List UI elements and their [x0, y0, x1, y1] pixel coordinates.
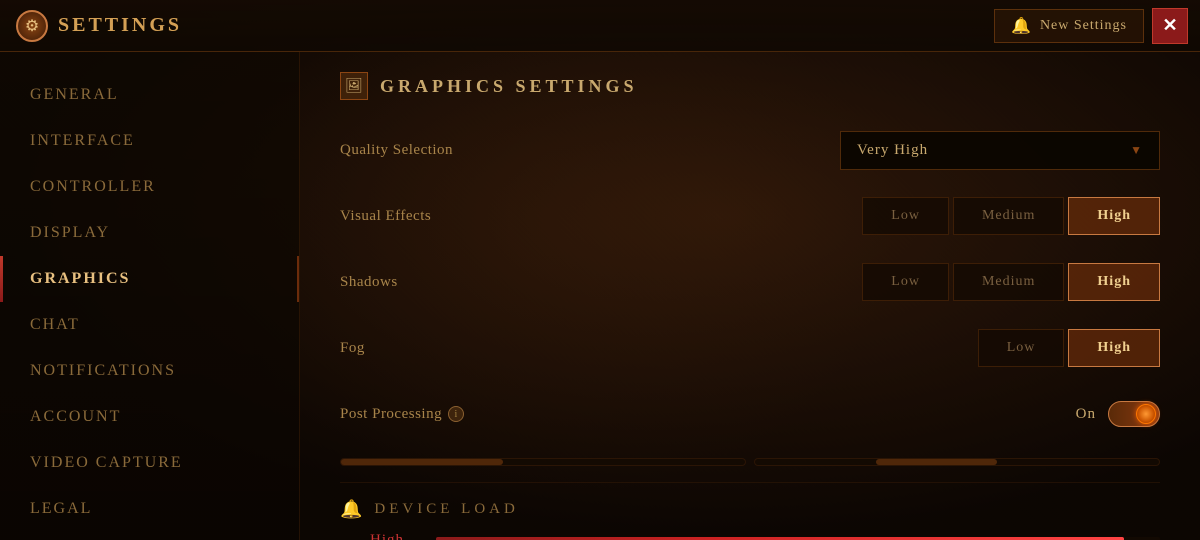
quality-selection-controls: Very High ▼ — [640, 131, 1160, 170]
device-load-header: 🔔 DEVICE LOAD — [340, 499, 1160, 520]
close-button[interactable]: ✕ — [1152, 8, 1188, 44]
visual-effects-row: Visual Effects Low Medium High — [340, 194, 1160, 238]
graphics-section-icon: 🖼 — [340, 72, 368, 100]
visual-effects-controls: Low Medium High — [640, 197, 1160, 235]
sidebar-item-graphics[interactable]: GRAPHICS — [0, 256, 299, 302]
post-processing-row: Post Processing i On — [340, 392, 1160, 436]
device-load-bar-track — [436, 537, 1160, 540]
gear-icon: ⚙ — [16, 10, 48, 42]
sidebar-label-notifications: NOTIFICATIONS — [30, 362, 176, 379]
section-title: GRAPHICS SETTINGS — [380, 76, 638, 97]
content-area: 🖼 GRAPHICS SETTINGS Quality Selection Ve… — [300, 52, 1200, 540]
bell-icon: 🔔 — [1011, 16, 1032, 36]
visual-effects-medium-btn[interactable]: Medium — [953, 197, 1064, 235]
sidebar-item-notifications[interactable]: NOTIFICATIONS — [0, 348, 299, 394]
shadows-row: Shadows Low Medium High — [340, 260, 1160, 304]
visual-effects-low-btn[interactable]: Low — [862, 197, 949, 235]
new-settings-button[interactable]: 🔔 New Settings — [994, 9, 1144, 43]
scrollbar-track-1[interactable] — [340, 458, 746, 466]
sidebar-item-interface[interactable]: INTERFACE — [0, 118, 299, 164]
scrollbar-track-2[interactable] — [754, 458, 1160, 466]
fog-row: Fog Low High — [340, 326, 1160, 370]
device-load-bar-area: High — [340, 532, 1160, 540]
shadows-low-btn[interactable]: Low — [862, 263, 949, 301]
device-load-value-label: High — [370, 532, 420, 540]
visual-effects-btn-group: Low Medium High — [862, 197, 1160, 235]
shadows-label: Shadows — [340, 274, 640, 291]
new-settings-label: New Settings — [1040, 18, 1127, 34]
sidebar-label-account: ACCOUNT — [30, 408, 121, 425]
device-load-section: 🔔 DEVICE LOAD High — [340, 482, 1160, 540]
sidebar-item-chat[interactable]: CHAT — [0, 302, 299, 348]
sidebar-item-video-capture[interactable]: VIDEO CAPTURE — [0, 440, 299, 486]
quality-selection-row: Quality Selection Very High ▼ — [340, 128, 1160, 172]
shadows-high-btn[interactable]: High — [1068, 263, 1160, 301]
quality-selection-dropdown[interactable]: Very High ▼ — [840, 131, 1160, 170]
sidebar-item-display[interactable]: DISPLAY — [0, 210, 299, 256]
visual-effects-high-btn[interactable]: High — [1068, 197, 1160, 235]
post-processing-label: Post Processing i — [340, 406, 640, 423]
post-processing-info-icon[interactable]: i — [448, 406, 464, 422]
shadows-medium-btn[interactable]: Medium — [953, 263, 1064, 301]
quality-selection-label: Quality Selection — [340, 142, 640, 159]
settings-title-area: ⚙ SETTINGS — [0, 10, 182, 42]
sidebar-label-chat: CHAT — [30, 316, 80, 333]
sidebar-label-display: DISPLAY — [30, 224, 110, 241]
sidebar-item-general[interactable]: GENERAL — [0, 72, 299, 118]
post-processing-toggle-label: On — [1076, 406, 1096, 423]
visual-effects-label: Visual Effects — [340, 208, 640, 225]
scrollbar-area — [340, 458, 1160, 466]
fog-controls: Low High — [640, 329, 1160, 367]
sidebar-label-graphics: GRAPHICS — [30, 270, 130, 287]
device-load-title: DEVICE LOAD — [374, 501, 518, 518]
scrollbar-thumb-1 — [341, 459, 503, 465]
settings-title: SETTINGS — [58, 14, 182, 37]
sidebar-label-video-capture: VIDEO CAPTURE — [30, 454, 183, 471]
scrollbar-thumb-2 — [876, 459, 997, 465]
quality-selection-value: Very High — [857, 142, 928, 159]
main-container: GENERAL INTERFACE CONTROLLER DISPLAY GRA… — [0, 52, 1200, 540]
sidebar: GENERAL INTERFACE CONTROLLER DISPLAY GRA… — [0, 52, 300, 540]
sidebar-item-account[interactable]: ACCOUNT — [0, 394, 299, 440]
post-processing-toggle[interactable] — [1108, 401, 1160, 427]
fog-label: Fog — [340, 340, 640, 357]
shadows-btn-group: Low Medium High — [862, 263, 1160, 301]
sidebar-label-general: GENERAL — [30, 86, 119, 103]
post-processing-controls: On — [640, 401, 1160, 427]
shadows-controls: Low Medium High — [640, 263, 1160, 301]
fog-high-btn[interactable]: High — [1068, 329, 1160, 367]
section-header: 🖼 GRAPHICS SETTINGS — [340, 72, 1160, 100]
fog-low-btn[interactable]: Low — [978, 329, 1065, 367]
dropdown-arrow-icon: ▼ — [1130, 143, 1143, 158]
device-load-bar-fill — [436, 537, 1124, 540]
fog-btn-group: Low High — [978, 329, 1160, 367]
sidebar-label-controller: CONTROLLER — [30, 178, 156, 195]
top-bar: ⚙ SETTINGS 🔔 New Settings ✕ — [0, 0, 1200, 52]
post-processing-toggle-container: On — [1076, 401, 1160, 427]
device-load-icon: 🔔 — [340, 499, 362, 520]
sidebar-label-interface: INTERFACE — [30, 132, 135, 149]
toggle-knob — [1136, 404, 1156, 424]
sidebar-item-legal[interactable]: LEGAL — [0, 486, 299, 532]
sidebar-item-controller[interactable]: CONTROLLER — [0, 164, 299, 210]
sidebar-label-legal: LEGAL — [30, 500, 92, 517]
top-bar-right: 🔔 New Settings ✕ — [994, 8, 1200, 44]
